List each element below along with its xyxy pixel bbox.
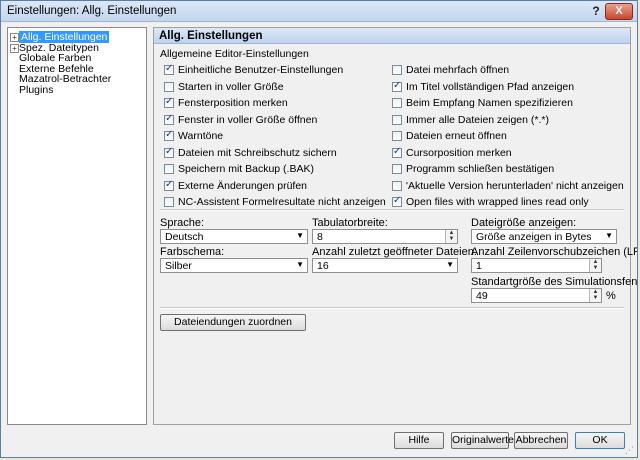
option-checkbox[interactable] (392, 146, 402, 158)
separator (160, 307, 624, 309)
option-checkbox[interactable] (164, 63, 174, 75)
simulation-label: Standartgröße des Simulationsfensters: (471, 276, 638, 288)
option-checkbox[interactable] (164, 96, 174, 108)
option-checkbox[interactable] (392, 131, 402, 141)
option-label[interactable]: Im Titel vollständigen Pfad anzeigen (406, 81, 574, 93)
option-label[interactable]: Dateien erneut öffnen (406, 130, 507, 142)
option-label[interactable]: Dateien mit Schreibschutz sichern (178, 147, 337, 159)
tabulator-value: 8 (317, 231, 323, 243)
option-checkbox[interactable] (164, 113, 174, 125)
option-label[interactable]: Fenster in voller Größe öffnen (178, 114, 317, 126)
chevron-down-icon: ▼ (296, 260, 304, 269)
option-label[interactable]: Beim Empfang Namen spezifizieren (406, 97, 573, 109)
option-checkbox[interactable] (164, 146, 174, 158)
resize-grip-icon[interactable]: ⋰ (625, 445, 635, 455)
expand-icon[interactable]: + (10, 33, 19, 42)
option-label[interactable]: Starten in voller Größe (178, 81, 284, 93)
option-label[interactable]: 'Aktuelle Version herunterladen' nicht a… (406, 180, 624, 192)
option-label[interactable]: Open files with wrapped lines read only (406, 196, 589, 208)
percent-unit: % (606, 290, 616, 302)
option-checkbox[interactable] (392, 98, 402, 108)
ok-button[interactable]: OK (575, 432, 625, 449)
settings-tree[interactable]: + Allg. Einstellungen + Spez. Dateitypen Glo… (7, 27, 147, 425)
title-bar: Einstellungen: Allg. Einstellungen ? X (1, 1, 637, 22)
option-checkbox[interactable] (164, 164, 174, 174)
settings-panel: Allg. Einstellungen Allgemeine Editor-Ei… (153, 27, 637, 425)
option-checkbox[interactable] (392, 195, 402, 207)
option-checkbox[interactable] (164, 129, 174, 141)
stepper-arrows-icon[interactable]: ▲ ▼ (589, 289, 601, 302)
tabulator-stepper[interactable]: 8 ▲ ▼ (312, 229, 458, 244)
help-icon[interactable]: ? (589, 4, 603, 18)
group-label: Allgemeine Editor-Einstellungen (160, 48, 309, 60)
sprache-select[interactable]: Deutsch ▼ (160, 229, 308, 244)
dateiendungen-button[interactable]: Dateiendungen zuordnen (160, 314, 306, 331)
settings-window: Einstellungen: Allg. Einstellungen ? X +… (0, 0, 638, 458)
option-checkbox[interactable] (392, 180, 402, 191)
chevron-down-icon: ▼ (446, 260, 454, 269)
help-button[interactable]: Hilfe (394, 432, 444, 449)
separator (160, 209, 624, 211)
option-label[interactable]: Fensterposition merken (178, 97, 288, 109)
option-checkbox[interactable] (164, 197, 174, 207)
option-label[interactable]: Einheitliche Benutzer-Einstellungen (178, 64, 343, 76)
option-checkbox[interactable] (392, 80, 402, 92)
option-label[interactable]: NC-Assistent Formelresultate nicht anzei… (178, 196, 386, 208)
farbschema-value: Silber (165, 260, 192, 272)
panel-header: Allg. Einstellungen (154, 28, 630, 44)
zuletzt-value: 16 (317, 260, 329, 272)
zuletzt-label: Anzahl zuletzt geöffneter Dateien: (312, 246, 477, 258)
option-label[interactable]: Warntöne (178, 130, 223, 142)
chevron-down-icon: ▼ (296, 231, 304, 240)
zeilenvorschub-stepper[interactable]: 1 ▲ ▼ (471, 258, 602, 273)
option-label[interactable]: Externe Änderungen prüfen (178, 180, 307, 192)
option-checkbox[interactable] (164, 179, 174, 191)
dateigroesse-label: Dateigröße anzeigen: (471, 217, 577, 229)
simulation-value: 49 (476, 290, 488, 302)
option-checkbox[interactable] (392, 65, 402, 75)
simulation-stepper[interactable]: 49 ▲ ▼ (471, 288, 602, 303)
option-checkbox[interactable] (392, 114, 402, 125)
chevron-down-icon: ▼ (605, 231, 613, 240)
option-label[interactable]: Immer alle Dateien zeigen (*.*) (406, 114, 549, 126)
defaults-button[interactable]: Originalwerte (451, 432, 514, 449)
close-button[interactable]: X (605, 3, 633, 20)
option-label[interactable]: Speichern mit Backup (.BAK) (178, 163, 314, 175)
zeilenvorschub-label: Anzahl Zeilenvorschubzeichen (LF): (471, 246, 638, 258)
option-label[interactable]: Datei mehrfach öffnen (406, 64, 509, 76)
farbschema-label: Farbschema: (160, 246, 225, 258)
stepper-arrows-icon[interactable]: ▲ ▼ (445, 230, 457, 243)
expand-icon[interactable]: + (10, 43, 19, 53)
window-title: Einstellungen: Allg. Einstellungen (7, 5, 177, 17)
sprache-label: Sprache: (160, 217, 205, 229)
cancel-button[interactable]: Abbrechen (514, 432, 568, 449)
zeilenvorschub-value: 1 (476, 260, 482, 272)
option-checkbox[interactable] (164, 81, 174, 92)
option-label[interactable]: Cursorposition merken (406, 147, 512, 159)
option-checkbox[interactable] (392, 164, 402, 174)
option-label[interactable]: Programm schließen bestätigen (406, 163, 554, 175)
stepper-arrows-icon[interactable]: ▲ ▼ (589, 259, 601, 272)
tree-item-label: Plugins (19, 83, 54, 96)
dateigroesse-select[interactable]: Größe anzeigen in Bytes ▼ (471, 229, 617, 244)
sprache-value: Deutsch (165, 231, 204, 243)
farbschema-select[interactable]: Silber ▼ (160, 258, 308, 273)
tabulator-label: Tabulatorbreite: (312, 217, 388, 229)
tree-item[interactable]: Plugins (19, 84, 53, 97)
zuletzt-select[interactable]: 16 ▼ (312, 258, 458, 273)
dateigroesse-value: Größe anzeigen in Bytes (476, 231, 592, 243)
